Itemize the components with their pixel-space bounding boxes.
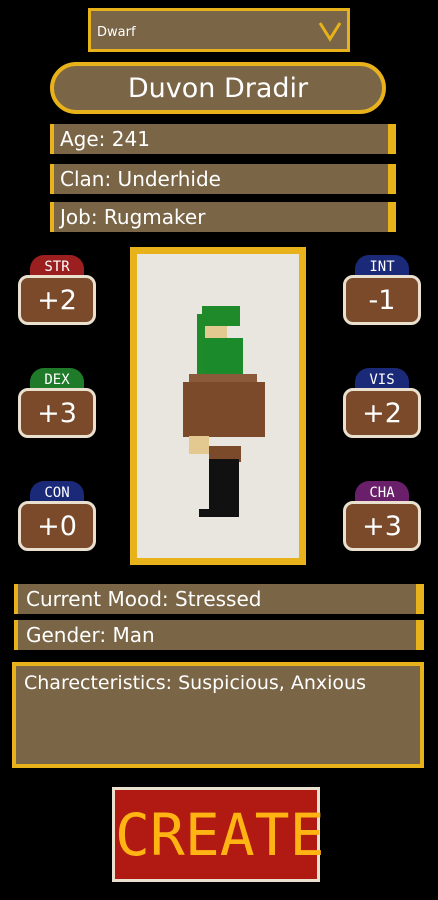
stat-vis-value: +2 bbox=[343, 388, 421, 438]
stat-str-label: STR bbox=[30, 255, 84, 277]
stat-vis: VIS +2 bbox=[343, 368, 421, 438]
dwarf-sprite-icon bbox=[183, 306, 265, 517]
characteristics-box: Charecteristics: Suspicious, Anxious bbox=[12, 662, 424, 768]
job-field: Job: Rugmaker bbox=[50, 202, 396, 232]
stat-dex-value: +3 bbox=[18, 388, 96, 438]
stat-vis-label: VIS bbox=[355, 368, 409, 390]
character-portrait bbox=[130, 247, 306, 565]
stat-cha-label: CHA bbox=[355, 481, 409, 503]
age-field: Age: 241 bbox=[50, 124, 396, 154]
character-name[interactable]: Duvon Dradir bbox=[50, 62, 386, 114]
stat-cha-value: +3 bbox=[343, 501, 421, 551]
stat-dex: DEX +3 bbox=[18, 368, 96, 438]
stat-str: STR +2 bbox=[18, 255, 96, 325]
stat-con-value: +0 bbox=[18, 501, 96, 551]
stat-dex-label: DEX bbox=[30, 368, 84, 390]
create-button[interactable]: CREATE bbox=[112, 787, 325, 882]
race-dropdown-value: Dwarf bbox=[97, 25, 136, 40]
stat-con-label: CON bbox=[30, 481, 84, 503]
stat-int: INT -1 bbox=[343, 255, 421, 325]
stat-con: CON +0 bbox=[18, 481, 96, 551]
race-dropdown[interactable]: Dwarf bbox=[88, 8, 350, 52]
stat-int-value: -1 bbox=[343, 275, 421, 325]
stat-str-value: +2 bbox=[18, 275, 96, 325]
gender-field: Gender: Man bbox=[14, 620, 424, 650]
clan-field: Clan: Underhide bbox=[50, 164, 396, 194]
mood-field: Current Mood: Stressed bbox=[14, 584, 424, 614]
chevron-down-icon bbox=[318, 22, 342, 42]
stat-int-label: INT bbox=[355, 255, 409, 277]
stat-cha: CHA +3 bbox=[343, 481, 421, 551]
